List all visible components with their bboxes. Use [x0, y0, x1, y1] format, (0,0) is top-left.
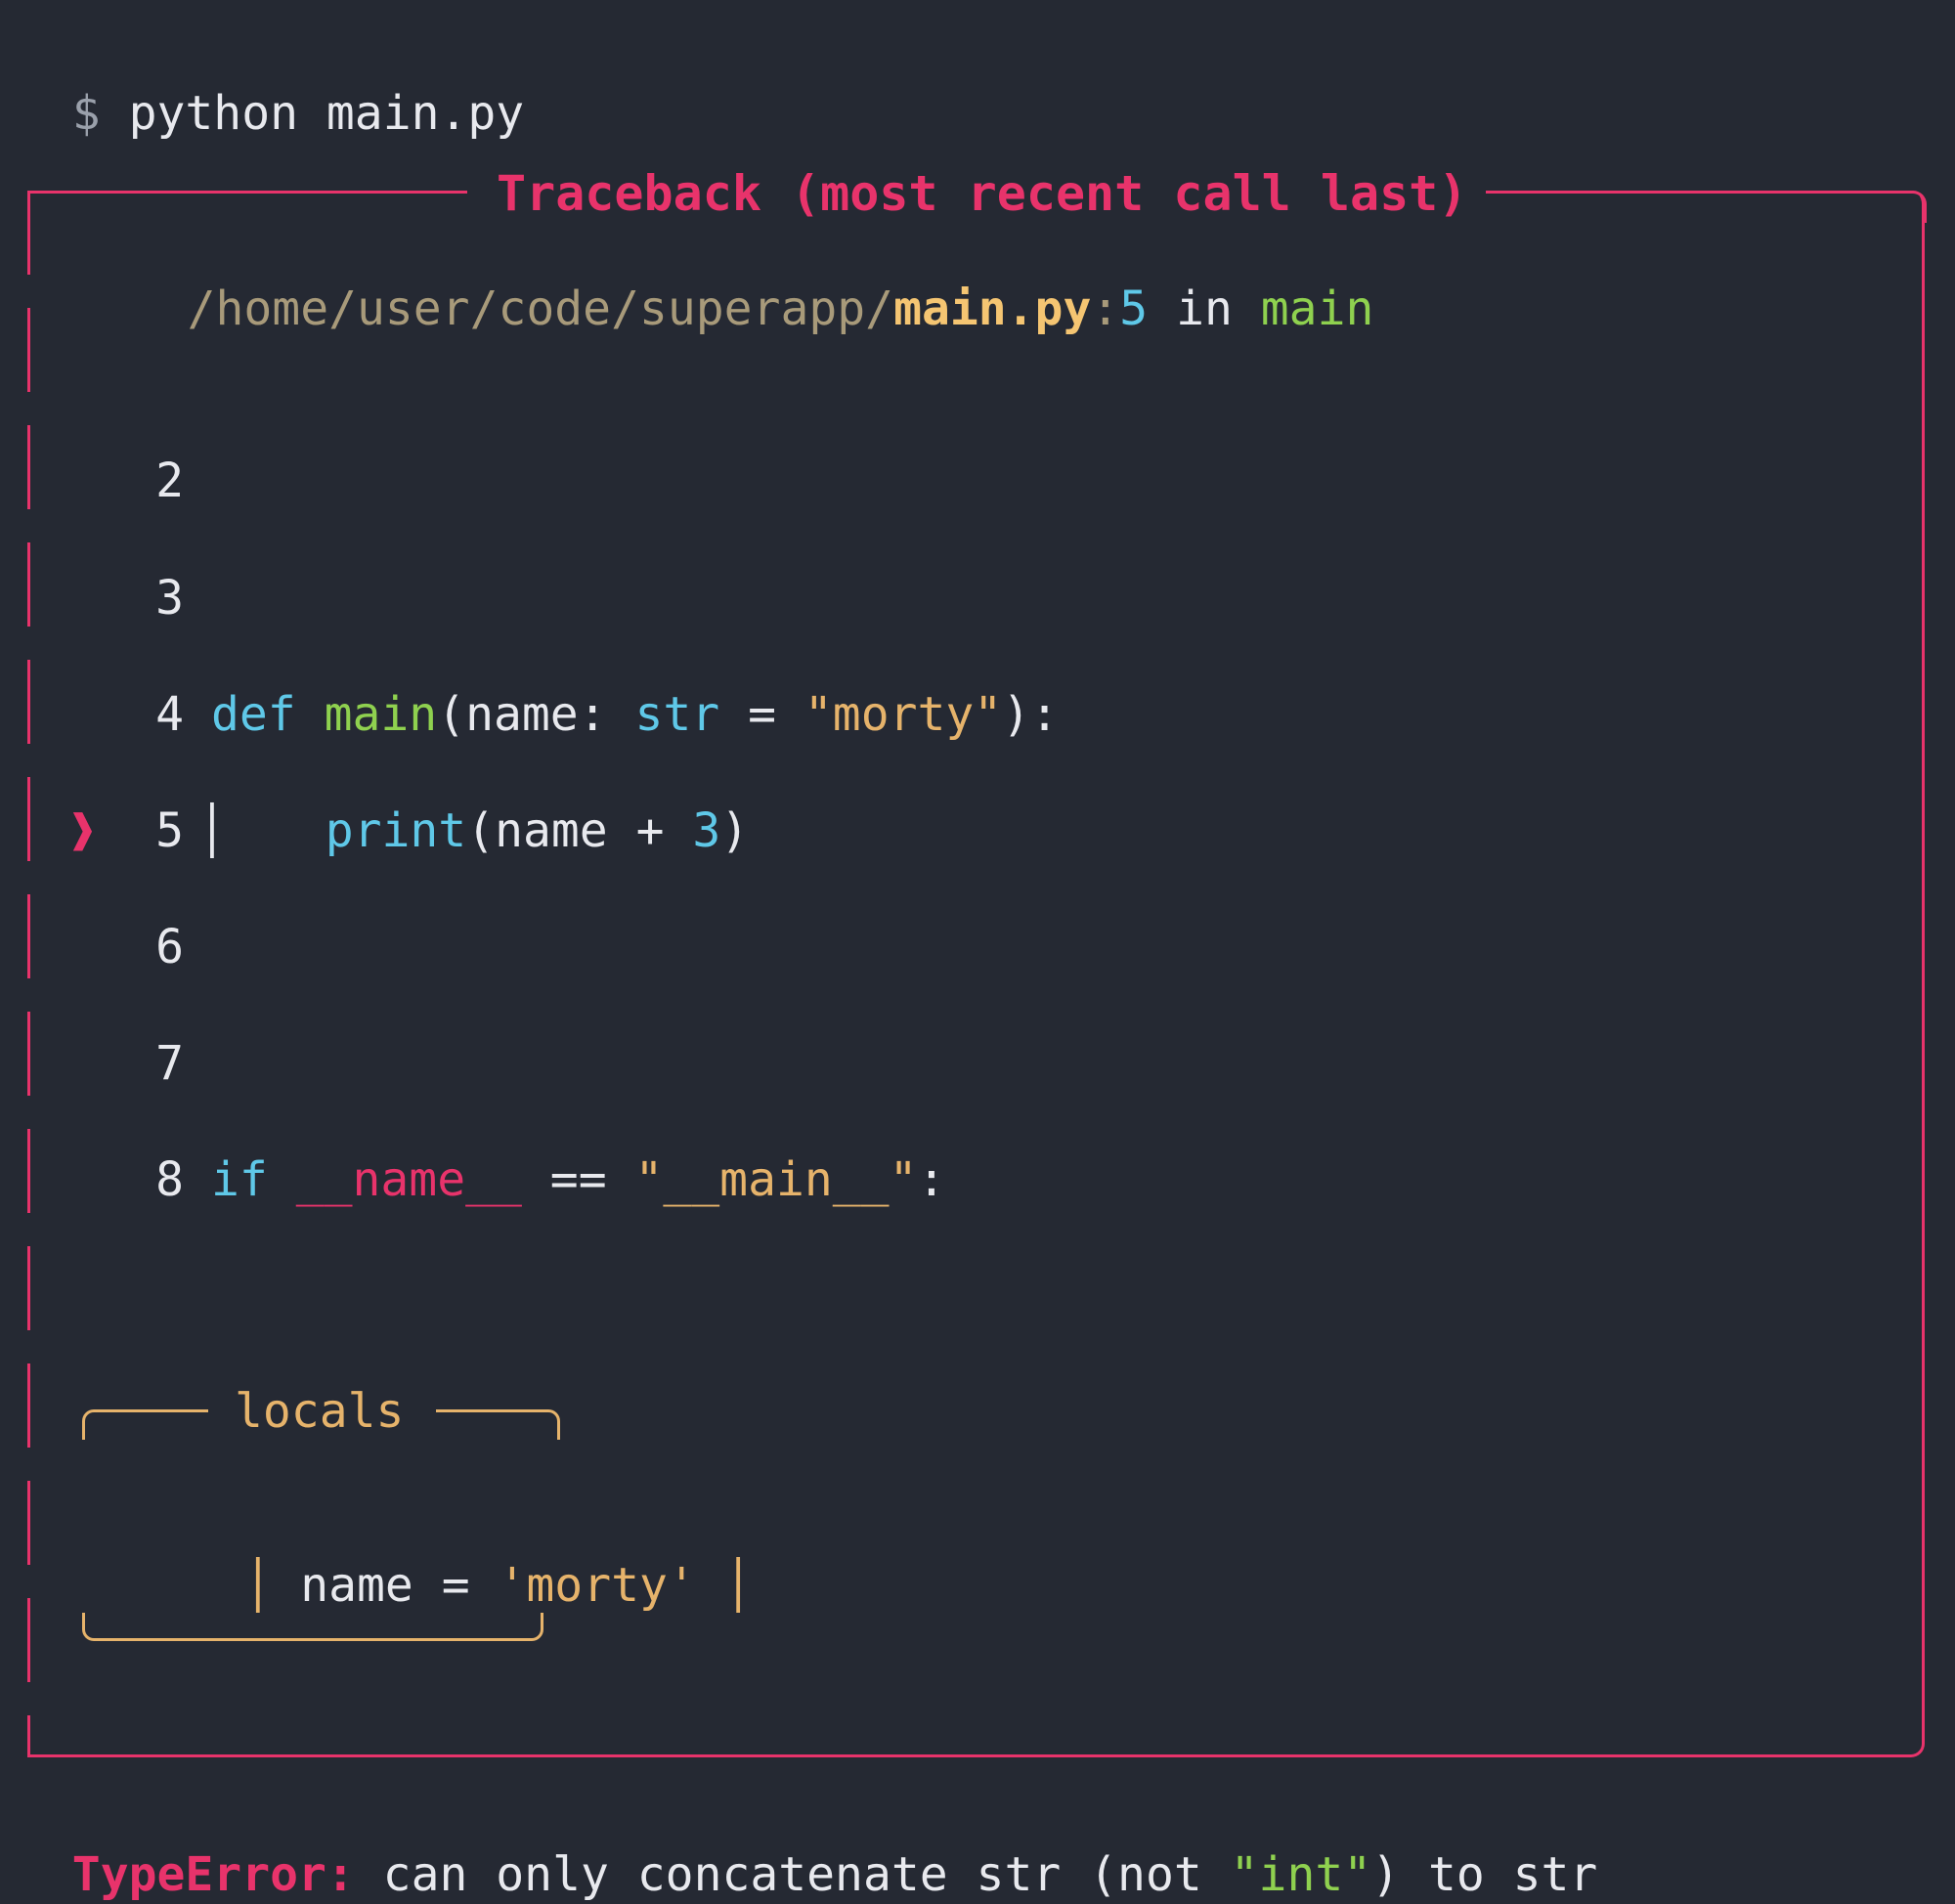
code-token: print: [325, 803, 467, 858]
frame-file: main.py: [893, 281, 1092, 336]
frame-function: main: [1260, 281, 1374, 336]
command-text: python main.py: [128, 86, 525, 141]
prompt-line: $ python main.py: [16, 25, 524, 143]
code-token: def: [211, 687, 296, 742]
line-number: 6: [155, 920, 184, 974]
error-type: TypeError:: [71, 1847, 355, 1902]
line-number: 3: [155, 571, 184, 626]
line-number: 4: [155, 687, 184, 742]
code-line: 8 if __name__ == "__main__":: [68, 1150, 945, 1209]
locals-title: locals: [235, 1384, 405, 1439]
code-token: (name +: [466, 803, 693, 858]
traceback-title: Traceback (most recent call last): [497, 165, 1468, 222]
error-message: TypeError: can only concatenate str (not…: [71, 1847, 1598, 1902]
current-line-marker-icon: ❱: [68, 803, 97, 858]
prompt-symbol: $: [71, 86, 101, 141]
frame-path-dir: /home/user/code/superapp/: [187, 281, 894, 336]
frame-lineno: 5: [1119, 281, 1149, 336]
code-token: __name__: [295, 1152, 522, 1207]
code-line: ❱ 5 │ print(name + 3): [68, 801, 749, 860]
error-quoted-type: "int": [1230, 1847, 1372, 1902]
code-token: :: [917, 1152, 946, 1207]
code-token: ): [720, 803, 750, 858]
code-token: ==: [521, 1152, 635, 1207]
locals-panel: locals │ name = 'morty' │: [82, 1384, 753, 1644]
traceback-left-border: [27, 191, 30, 1754]
code-line: 2: [68, 452, 211, 510]
code-token: ):: [1002, 687, 1059, 742]
code-token: "__main__": [634, 1152, 918, 1207]
code-line: 3: [68, 569, 211, 627]
traceback-top-border-left: [27, 191, 467, 194]
local-var-name: name: [300, 1558, 413, 1613]
code-token: "morty": [804, 687, 1003, 742]
code-token: main: [324, 687, 438, 742]
locals-row: │ name = 'morty' │: [243, 1558, 753, 1613]
code-token: if: [211, 1152, 268, 1207]
traceback-corner: [1896, 191, 1927, 223]
code-line: 4 def main(name: str = "morty"):: [68, 685, 1059, 744]
line-number: 5: [155, 803, 184, 858]
line-number: 2: [155, 454, 184, 508]
line-separator: │: [197, 803, 227, 858]
code-token: =: [719, 687, 804, 742]
line-number: 7: [155, 1036, 184, 1091]
traceback-top-border-right: [1486, 191, 1900, 194]
frame-location[interactable]: /home/user/code/superapp/main.py:5 in ma…: [74, 221, 1374, 397]
code-token: 3: [692, 803, 721, 858]
code-token: (name:: [437, 687, 635, 742]
code-line: 7: [68, 1034, 211, 1093]
line-number: 8: [155, 1152, 184, 1207]
code-line: 6: [68, 918, 211, 976]
code-token: str: [634, 687, 720, 742]
local-var-value: 'morty': [498, 1558, 696, 1613]
